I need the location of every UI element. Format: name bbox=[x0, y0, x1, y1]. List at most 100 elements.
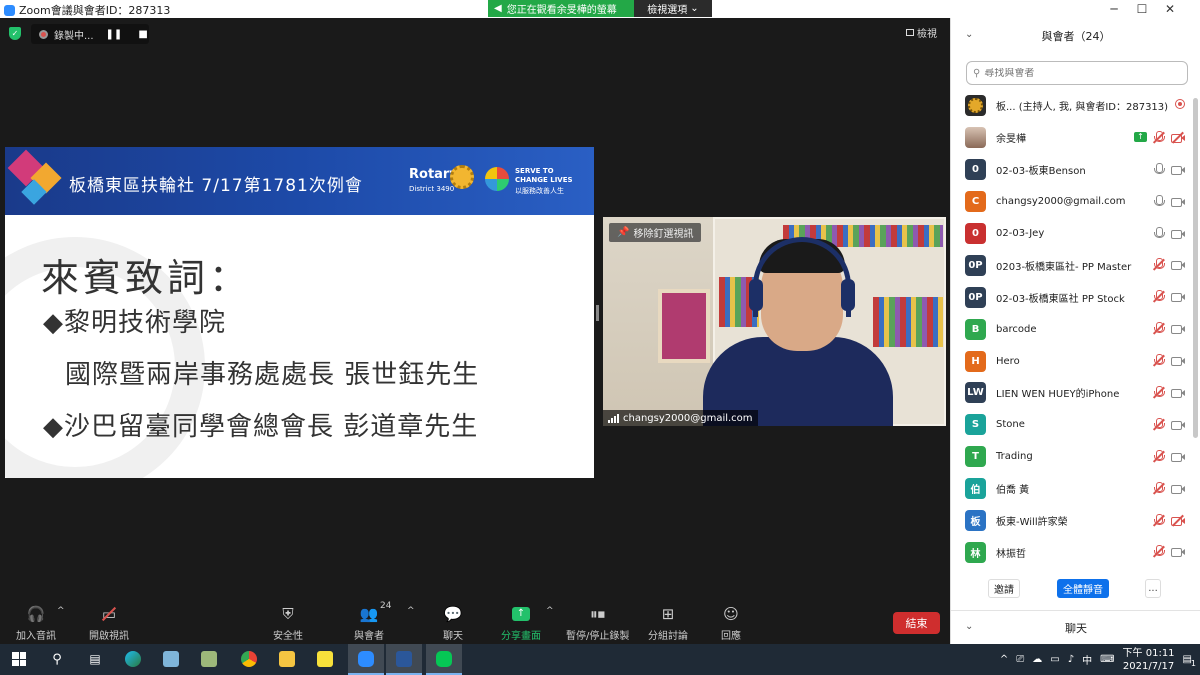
taskbar-clock[interactable]: 下午 01:11 2021/7/17 bbox=[1123, 647, 1175, 673]
end-meeting-button[interactable]: 結束 bbox=[893, 612, 940, 634]
chat-panel-header[interactable]: ⌄ 聊天 bbox=[951, 610, 1200, 644]
mic-muted-icon[interactable] bbox=[1152, 130, 1165, 144]
pause-stop-recording-button[interactable]: ⏸⏹ 暫停/停止錄製 bbox=[566, 604, 629, 642]
serve-globe-icon bbox=[485, 167, 509, 191]
mic-icon[interactable] bbox=[1153, 162, 1165, 176]
network-icon[interactable]: ▭ bbox=[1050, 654, 1059, 665]
participant-row[interactable]: 板板東-Will許家榮 bbox=[951, 505, 1191, 537]
participants-button[interactable]: 👥 24 與會者 bbox=[354, 601, 391, 642]
participant-row[interactable]: 伯伯喬 黃 bbox=[951, 473, 1191, 505]
participant-row[interactable]: 板... (主持人, 我, 與會者ID：287313) bbox=[951, 90, 1191, 122]
mic-muted-icon[interactable] bbox=[1152, 545, 1165, 558]
participant-search-input[interactable] bbox=[984, 67, 1175, 79]
mic-muted-icon[interactable] bbox=[1152, 354, 1165, 367]
mic-icon[interactable] bbox=[1153, 194, 1165, 208]
chevron-up-icon[interactable]: ^ bbox=[546, 606, 554, 616]
participant-status-icons bbox=[1152, 449, 1185, 463]
more-options-button[interactable]: ... bbox=[1145, 579, 1161, 598]
chat-button[interactable]: 💬 聊天 bbox=[442, 604, 464, 642]
collapse-chevron-icon[interactable]: ⌄ bbox=[965, 621, 973, 632]
mic-muted-icon[interactable] bbox=[1152, 322, 1165, 335]
keyboard-icon[interactable]: ⌨ bbox=[1100, 654, 1114, 665]
splitter-handle[interactable] bbox=[596, 305, 599, 321]
camera-icon bbox=[1171, 419, 1185, 430]
participant-row[interactable]: 0P 02-03-板橋東區社 PP Stock bbox=[951, 281, 1191, 313]
participant-row[interactable]: 林林振哲 bbox=[951, 536, 1191, 568]
usb-icon[interactable]: ⎚ bbox=[1016, 654, 1024, 665]
camera-icon bbox=[1171, 355, 1185, 367]
task-view-icon[interactable]: ▤ bbox=[84, 648, 106, 670]
edge-browser-icon[interactable] bbox=[122, 648, 144, 670]
participant-row[interactable]: 0 02-03-板東Benson bbox=[951, 154, 1191, 186]
word-app-icon[interactable] bbox=[386, 644, 422, 675]
avatar: 伯 bbox=[965, 478, 986, 500]
participant-status-icons bbox=[1152, 322, 1185, 335]
mic-muted-icon[interactable] bbox=[1152, 258, 1165, 271]
app-icon[interactable] bbox=[160, 648, 182, 670]
reactions-button[interactable]: ☺ 回應 bbox=[720, 604, 742, 642]
participant-row[interactable]: 0 02-03-Jey bbox=[951, 218, 1191, 250]
viewing-banner-text: 您正在觀看余旻樺的螢幕 bbox=[506, 5, 617, 16]
unpin-video-button[interactable]: 📌 移除釘選視訊 bbox=[609, 223, 702, 242]
participant-row[interactable]: Cchangsy2000@gmail.com bbox=[951, 186, 1191, 218]
sticky-notes-icon[interactable] bbox=[314, 648, 336, 670]
participant-name: 02-03-板橋東區社 PP Stock bbox=[996, 293, 1125, 305]
mute-all-button[interactable]: 全體靜音 bbox=[1057, 579, 1109, 598]
participant-status-icons bbox=[1152, 545, 1185, 558]
maximize-button[interactable]: ☐ bbox=[1128, 0, 1156, 18]
mic-muted-icon[interactable] bbox=[1152, 449, 1165, 463]
chevron-up-icon[interactable]: ^ bbox=[57, 606, 65, 616]
pinned-video[interactable]: 📌 移除釘選視訊 changsy2000@gmail.com bbox=[603, 217, 946, 426]
encryption-shield-icon[interactable]: ✓ bbox=[9, 27, 21, 40]
participant-name: changsy2000@gmail.com bbox=[996, 196, 1126, 208]
camera-icon bbox=[1171, 164, 1185, 175]
chevron-up-icon[interactable]: ^ bbox=[407, 606, 415, 616]
notification-icon[interactable]: ▤ 1 bbox=[1183, 654, 1196, 668]
participant-search[interactable]: ⚲ bbox=[966, 61, 1188, 85]
start-video-button[interactable]: ▭ 開啟視訊 bbox=[89, 604, 129, 642]
minimize-button[interactable]: ─ bbox=[1100, 0, 1128, 18]
participant-list-scrollbar[interactable] bbox=[1193, 98, 1198, 438]
view-options-label: 檢視選項 bbox=[647, 5, 688, 16]
mic-muted-icon[interactable] bbox=[1152, 386, 1165, 399]
mic-muted-icon[interactable] bbox=[1152, 290, 1165, 303]
participant-row[interactable]: S Stone bbox=[951, 409, 1191, 441]
chrome-browser-icon[interactable] bbox=[238, 648, 260, 670]
view-options-button[interactable]: 檢視選項 ⌄ bbox=[634, 0, 712, 17]
invite-button[interactable]: 邀請 bbox=[988, 579, 1020, 598]
participant-row[interactable]: H Hero bbox=[951, 345, 1191, 377]
participant-row[interactable]: Bbarcode bbox=[951, 313, 1191, 345]
volume-icon[interactable]: ♪ bbox=[1068, 654, 1074, 665]
stop-recording-icon[interactable]: ■ bbox=[138, 29, 147, 40]
security-button[interactable]: ⛨ 安全性 bbox=[273, 604, 303, 642]
camera-icon bbox=[1171, 259, 1185, 271]
pause-recording-icon[interactable]: ❚❚ bbox=[106, 29, 123, 40]
participant-row[interactable]: 0P 0203-板橋東區社- PP Master bbox=[951, 249, 1191, 281]
cloud-icon[interactable]: ☁ bbox=[1032, 654, 1042, 665]
app-icon[interactable] bbox=[198, 648, 220, 670]
mic-icon[interactable] bbox=[1153, 226, 1165, 240]
participant-name: 余旻樺 bbox=[996, 134, 1026, 146]
file-explorer-icon[interactable] bbox=[276, 648, 298, 670]
close-window-button[interactable]: ✕ bbox=[1156, 0, 1184, 18]
line-app-icon[interactable] bbox=[426, 644, 462, 675]
participant-row[interactable]: LW LIEN WEN HUEY的iPhone bbox=[951, 377, 1191, 409]
mic-muted-icon[interactable] bbox=[1152, 513, 1165, 527]
zoom-app-icon[interactable] bbox=[348, 644, 384, 675]
app-title: Zoom會議與會者ID：287313 bbox=[4, 2, 170, 18]
join-audio-button[interactable]: 🎧 加入音訊 bbox=[16, 604, 56, 642]
start-button[interactable] bbox=[8, 648, 30, 670]
breakout-rooms-button[interactable]: ⊞ 分組討論 bbox=[648, 604, 688, 642]
participant-row[interactable]: T Trading bbox=[951, 441, 1191, 473]
view-button[interactable]: 檢視 bbox=[906, 25, 937, 40]
mic-muted-icon[interactable] bbox=[1152, 417, 1165, 431]
participant-row[interactable]: 余旻樺 ↑ bbox=[951, 122, 1191, 154]
ime-icon[interactable]: 中 bbox=[1082, 652, 1092, 667]
search-icon[interactable]: ⚲ bbox=[46, 648, 68, 670]
participant-status-icons bbox=[1152, 417, 1185, 431]
mic-muted-icon[interactable] bbox=[1152, 481, 1165, 495]
participant-name: 板... (主持人, 我, 與會者ID：287313) bbox=[996, 102, 1169, 114]
share-screen-button[interactable]: ↑ 分享畫面 bbox=[501, 604, 541, 642]
collapse-chevron-icon[interactable]: ⌄ bbox=[965, 29, 973, 40]
tray-chevron-up-icon[interactable]: ^ bbox=[1000, 654, 1008, 665]
